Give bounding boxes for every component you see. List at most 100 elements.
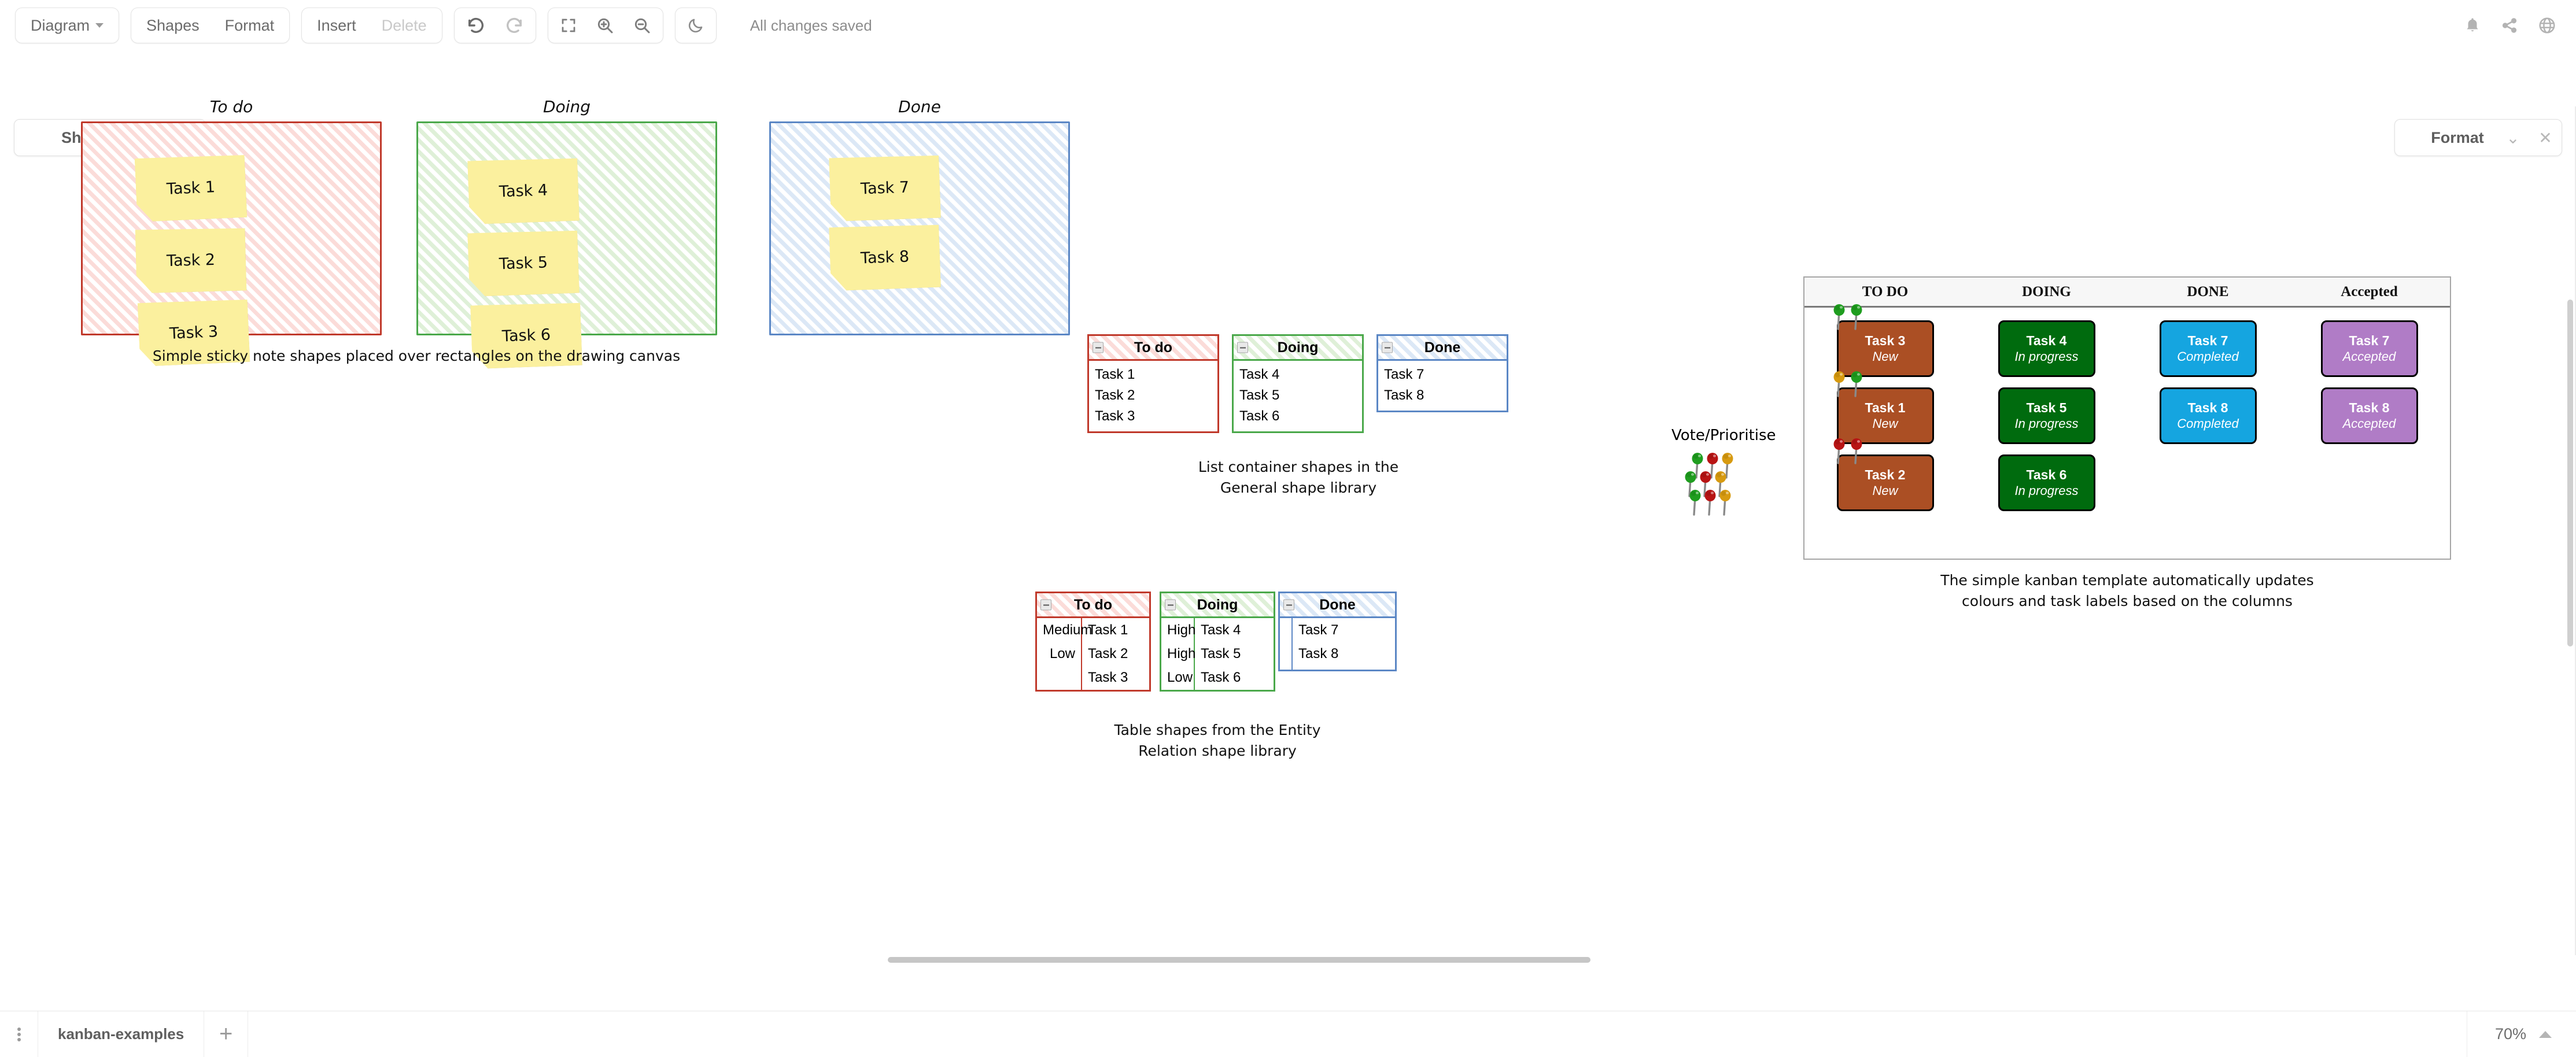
kanban-card[interactable]: Task 3 New xyxy=(1833,304,1934,377)
list-item[interactable]: Task 8 xyxy=(1378,385,1507,406)
collapse-icon[interactable] xyxy=(1382,342,1393,353)
kanban-card[interactable]: Task 6 In progress xyxy=(1998,454,2095,511)
er-table-cell[interactable]: High xyxy=(1161,642,1195,666)
er-table-cell[interactable]: Task 5 xyxy=(1195,642,1274,666)
vote-pin-red[interactable] xyxy=(1832,438,1847,467)
vote-prioritise-title: Vote/Prioritise xyxy=(1671,427,1776,444)
kanban-column-doing: Task 4 In progress Task 5 In progress Task 6… xyxy=(1966,320,2127,559)
kanban-board[interactable]: TO DO DOING DONE Accepted Task 3 New Task 1 New… xyxy=(1803,276,2451,560)
kanban-card[interactable]: Task 1 New xyxy=(1833,371,1934,444)
horizontal-scrollbar[interactable] xyxy=(0,955,2576,964)
kanban-card[interactable]: Task 7 Accepted xyxy=(2320,320,2418,377)
collapse-icon[interactable] xyxy=(1093,342,1104,353)
format-button[interactable]: Format xyxy=(212,10,287,41)
list-item[interactable]: Task 4 xyxy=(1234,364,1362,385)
er-table-cell[interactable]: Task 6 xyxy=(1195,666,1274,689)
bell-icon[interactable] xyxy=(2464,17,2481,34)
horizontal-scrollbar-thumb[interactable] xyxy=(888,957,1590,963)
vote-pin-orange[interactable] xyxy=(1832,371,1847,400)
list-container-header[interactable]: Doing xyxy=(1232,334,1364,361)
kanban-card[interactable]: Task 8 Accepted xyxy=(2320,387,2418,444)
kanban-card[interactable]: Task 5 In progress xyxy=(1998,387,2095,444)
list-container[interactable]: Doing Task 4 Task 5 Task 6 xyxy=(1232,334,1364,433)
list-container-body: Task 1 Task 2 Task 3 xyxy=(1087,361,1219,433)
er-table[interactable]: Done Task 7 Task 8 xyxy=(1278,592,1397,671)
list-container-title: Done xyxy=(1424,339,1461,356)
collapse-icon[interactable] xyxy=(1040,599,1051,611)
add-page-icon[interactable]: + xyxy=(204,1011,249,1057)
kanban-card[interactable]: Task 2 New xyxy=(1833,438,1934,511)
list-item[interactable]: Task 1 xyxy=(1089,364,1217,385)
kanban-card[interactable]: Task 8 Completed xyxy=(2159,387,2257,444)
er-table-header[interactable]: Done xyxy=(1278,592,1397,618)
er-table-cell[interactable]: High xyxy=(1161,618,1195,642)
er-table-cell[interactable]: Medium xyxy=(1037,618,1092,642)
er-table[interactable]: To do Medium Low Task 1 Task 2 Task 3 xyxy=(1035,592,1151,692)
er-table-cell[interactable]: Low xyxy=(1037,642,1081,666)
vote-pin-green[interactable] xyxy=(1849,304,1864,333)
kanban-card-status: Accepted xyxy=(2342,349,2396,364)
collapse-icon[interactable] xyxy=(1283,599,1294,611)
zoom-out-icon[interactable] xyxy=(623,10,660,41)
collapse-icon[interactable] xyxy=(1237,342,1248,353)
globe-icon[interactable] xyxy=(2538,16,2556,35)
list-container-header[interactable]: Done xyxy=(1376,334,1508,361)
kanban-card[interactable]: Task 4 In progress xyxy=(1998,320,2095,377)
kanban-card-title: Task 6 xyxy=(2026,467,2067,482)
sticky-note[interactable]: Task 5 xyxy=(467,230,580,297)
kanban-card[interactable]: Task 7 Completed xyxy=(2159,320,2257,377)
sticky-note[interactable]: Task 2 xyxy=(135,227,247,294)
list-container-header[interactable]: To do xyxy=(1087,334,1219,361)
er-table-header[interactable]: To do xyxy=(1035,592,1151,618)
er-table-cell[interactable]: Task 4 xyxy=(1195,618,1274,642)
undo-icon[interactable] xyxy=(457,10,495,41)
sticky-note[interactable]: Task 4 xyxy=(467,157,580,225)
list-item[interactable]: Task 2 xyxy=(1089,385,1217,406)
more-options-icon[interactable] xyxy=(0,1011,38,1057)
format-panel-header[interactable]: Format ⌄ ✕ xyxy=(2394,119,2562,156)
list-item[interactable]: Task 5 xyxy=(1234,385,1362,406)
vote-pin-red[interactable] xyxy=(1703,489,1718,516)
insert-button[interactable]: Insert xyxy=(304,10,369,41)
diagram-menu-button[interactable]: Diagram xyxy=(18,10,116,41)
sticky-note-label: Task 6 xyxy=(501,326,551,345)
vote-pin-red[interactable] xyxy=(1849,438,1864,467)
list-item[interactable]: Task 7 xyxy=(1378,364,1507,385)
chevron-down-icon[interactable]: ⌄ xyxy=(2497,128,2529,147)
sticky-note[interactable]: Task 8 xyxy=(829,224,941,291)
er-table-header[interactable]: Doing xyxy=(1160,592,1275,618)
er-table-cell[interactable]: Task 2 xyxy=(1082,642,1149,666)
er-table-cell[interactable]: Task 1 xyxy=(1082,618,1149,642)
vote-pin-green[interactable] xyxy=(1849,371,1864,400)
kanban-card-status: In progress xyxy=(2014,349,2079,364)
er-table[interactable]: Doing High High Low Task 4 Task 5 Task 6 xyxy=(1160,592,1275,692)
list-container[interactable]: Done Task 7 Task 8 xyxy=(1376,334,1508,412)
vertical-scrollbar-thumb[interactable] xyxy=(2567,300,2573,646)
list-container[interactable]: To do Task 1 Task 2 Task 3 xyxy=(1087,334,1219,433)
redo-icon[interactable] xyxy=(495,10,533,41)
er-table-cell[interactable]: Task 8 xyxy=(1293,642,1395,666)
er-table-cell[interactable]: Task 3 xyxy=(1082,666,1149,689)
page-tab-kanban-examples[interactable]: kanban-examples xyxy=(38,1011,205,1057)
er-table-cell[interactable]: Low xyxy=(1161,666,1194,689)
close-icon[interactable]: ✕ xyxy=(2529,128,2562,147)
view-controls-group xyxy=(547,8,663,43)
sticky-note[interactable]: Task 7 xyxy=(829,154,941,222)
sticky-note[interactable]: Task 1 xyxy=(135,154,248,222)
diagram-menu-label: Diagram xyxy=(31,16,90,34)
fullscreen-icon[interactable] xyxy=(551,10,586,41)
moon-icon[interactable] xyxy=(678,10,714,41)
drawing-canvas[interactable]: Shapes ⌄ ✕ Format ⌄ ✕ To doTask 1Task 2T… xyxy=(0,51,2576,1011)
zoom-in-icon[interactable] xyxy=(586,10,623,41)
caret-up-icon[interactable] xyxy=(2539,1030,2552,1038)
vote-pin-orange[interactable] xyxy=(1718,489,1733,516)
shapes-button[interactable]: Shapes xyxy=(134,10,212,41)
vote-pin-green[interactable] xyxy=(1832,304,1847,333)
share-icon[interactable] xyxy=(2501,17,2518,34)
collapse-icon[interactable] xyxy=(1165,599,1176,611)
list-item[interactable]: Task 6 xyxy=(1234,406,1362,427)
zoom-control[interactable]: 70% xyxy=(2466,1011,2576,1057)
list-item[interactable]: Task 3 xyxy=(1089,406,1217,427)
er-table-cell[interactable]: Task 7 xyxy=(1293,618,1395,642)
vote-pin-green[interactable] xyxy=(1688,489,1703,516)
